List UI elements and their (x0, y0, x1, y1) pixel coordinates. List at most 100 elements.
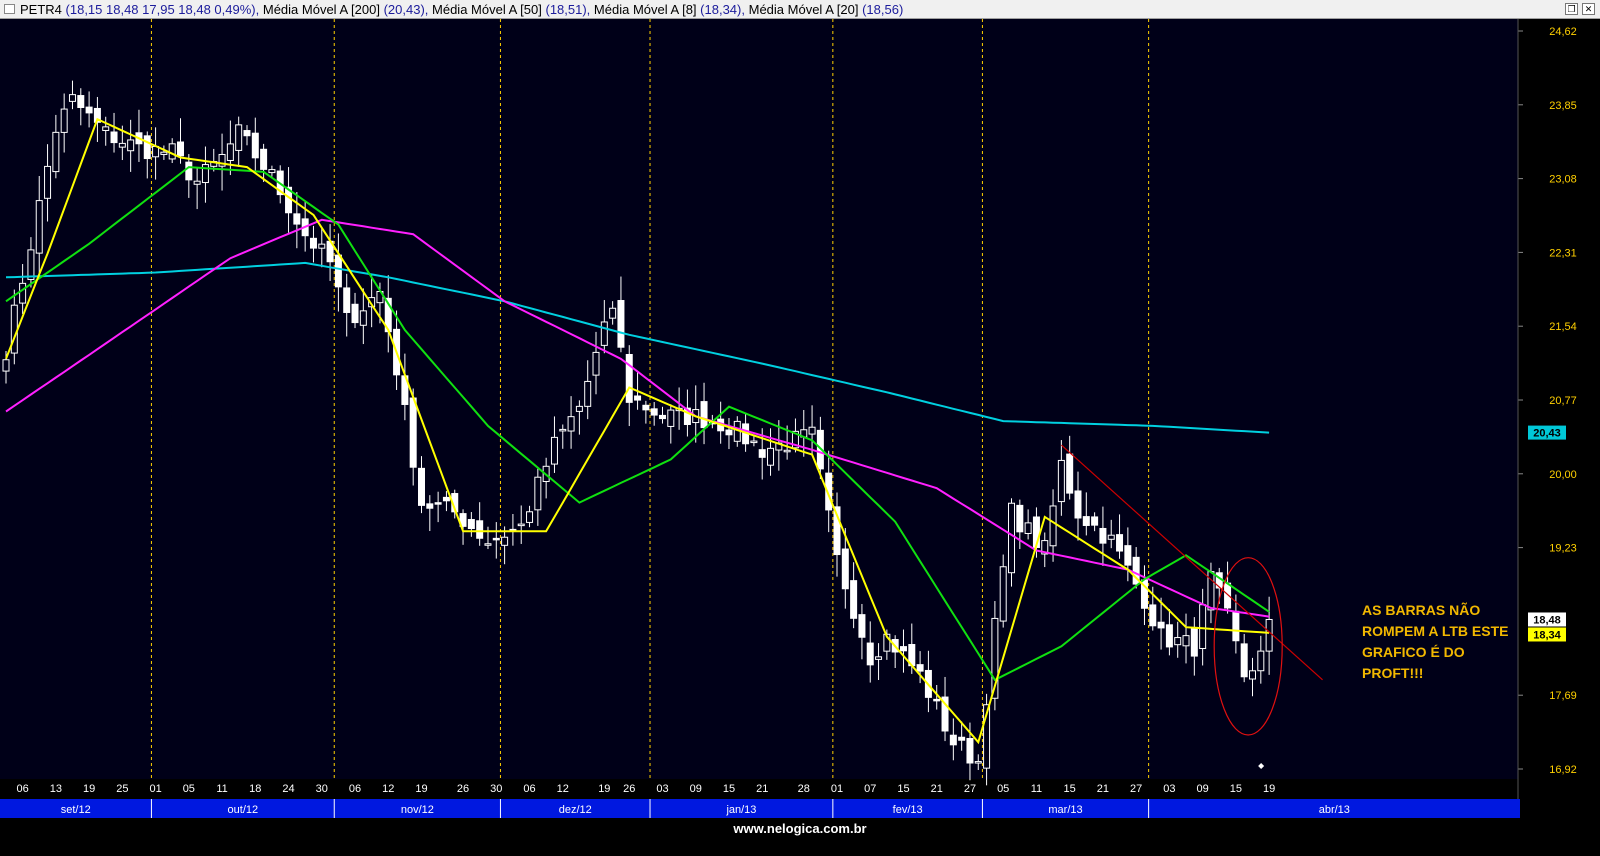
x-tick-label: 28 (798, 783, 810, 795)
candle-body (1240, 643, 1248, 678)
month-label: nov/12 (401, 804, 434, 816)
candle-body (584, 380, 592, 407)
candle-body (334, 254, 342, 288)
x-tick-label: 13 (50, 783, 62, 795)
candle-body (625, 354, 633, 403)
annotation-line: GRAFICO É DO (1362, 644, 1465, 660)
candle-body (575, 405, 583, 412)
y-tick-label: 21,54 (1549, 321, 1577, 333)
restore-icon[interactable]: ❐ (1565, 3, 1578, 15)
x-tick-label: 15 (723, 783, 735, 795)
candle-body (1066, 453, 1074, 494)
y-tick-label: 22,31 (1549, 247, 1577, 259)
x-tick-label: 05 (997, 783, 1009, 795)
candle-body (999, 566, 1007, 622)
candle-body (110, 131, 118, 144)
annotation-line: ROMPEM A LTB ESTE (1362, 623, 1508, 639)
candle-body (293, 213, 301, 225)
y-tick-label: 20,77 (1549, 395, 1577, 407)
candle-body (476, 520, 484, 539)
candle-body (1016, 504, 1024, 533)
x-tick-label: 27 (1130, 783, 1142, 795)
month-label: set/12 (61, 804, 91, 816)
x-tick-label: 30 (490, 783, 502, 795)
close-icon[interactable]: ✕ (1582, 3, 1595, 15)
x-tick-label: 01 (831, 783, 843, 795)
candle-body (725, 429, 733, 436)
candle-body (2, 359, 10, 372)
plot-area (0, 19, 1518, 779)
x-tick-label: 26 (457, 783, 469, 795)
candle-body (650, 408, 658, 416)
candle-body (118, 142, 126, 148)
candle-body (767, 447, 775, 466)
ma8-value: (18,34), (700, 2, 745, 17)
candle-body (534, 476, 542, 511)
x-tick-label: 03 (656, 783, 668, 795)
candle-body (1199, 604, 1207, 650)
candle-body (102, 126, 110, 131)
candle-body (667, 409, 675, 427)
candle-body (949, 734, 957, 746)
ticker-symbol: PETR4 (20, 2, 62, 17)
candle-body (841, 548, 849, 590)
candle-body (783, 449, 791, 453)
price-tag-label: 18,34 (1533, 629, 1561, 641)
y-tick-label: 23,08 (1549, 174, 1577, 186)
candle-body (226, 143, 234, 161)
x-tick-label: 19 (1263, 783, 1275, 795)
candle-body (243, 130, 251, 137)
candle-body (442, 496, 450, 502)
x-tick-label: 26 (623, 783, 635, 795)
candle-body (143, 135, 151, 160)
ticker-values: (18,15 18,48 17,95 18,48 0,49%), (65, 2, 260, 17)
candle-body (875, 656, 883, 660)
candle-body (974, 761, 982, 764)
x-tick-label: 24 (282, 783, 294, 795)
candle-body (966, 738, 974, 764)
candle-body (260, 148, 268, 170)
month-label: out/12 (228, 804, 259, 816)
month-label: fev/13 (893, 804, 923, 816)
x-tick-label: 11 (1031, 783, 1042, 795)
x-tick-label: 01 (149, 783, 161, 795)
candle-body (60, 108, 68, 133)
footer-site: www.nelogica.com.br (733, 821, 867, 836)
x-tick-label: 06 (523, 783, 535, 795)
ma8-label: Média Móvel A [8] (593, 2, 697, 17)
candle-body (1057, 459, 1065, 503)
candle-body (1049, 505, 1057, 547)
candle-body (916, 664, 924, 672)
candle-body (268, 169, 276, 174)
candle-body (484, 543, 492, 546)
candle-body (418, 467, 425, 506)
candle-body (850, 580, 858, 619)
candle-body (933, 698, 941, 702)
x-tick-label: 06 (16, 783, 28, 795)
candle-body (1124, 545, 1132, 566)
candle-body (343, 287, 351, 313)
candle-body (1008, 502, 1016, 574)
candle-body (68, 94, 76, 102)
candle-body (658, 414, 666, 420)
candle-body (700, 401, 708, 429)
candle-body (10, 304, 18, 354)
candle-body (127, 139, 135, 152)
x-tick-label: 25 (116, 783, 128, 795)
x-tick-label: 19 (415, 783, 427, 795)
candle-body (1074, 490, 1082, 519)
candle-body (1190, 626, 1198, 657)
ma20-value: (18,56) (862, 2, 904, 17)
candle-body (609, 307, 617, 319)
x-tick-label: 11 (216, 783, 227, 795)
x-tick-label: 12 (382, 783, 394, 795)
month-label: mar/13 (1048, 804, 1082, 816)
candle-body (318, 243, 326, 249)
y-tick-label: 16,92 (1549, 764, 1577, 776)
candle-body (501, 536, 509, 546)
month-label: dez/12 (559, 804, 592, 816)
candle-body (77, 95, 85, 108)
candle-body (351, 303, 359, 324)
x-tick-label: 30 (316, 783, 328, 795)
x-tick-label: 09 (690, 783, 702, 795)
